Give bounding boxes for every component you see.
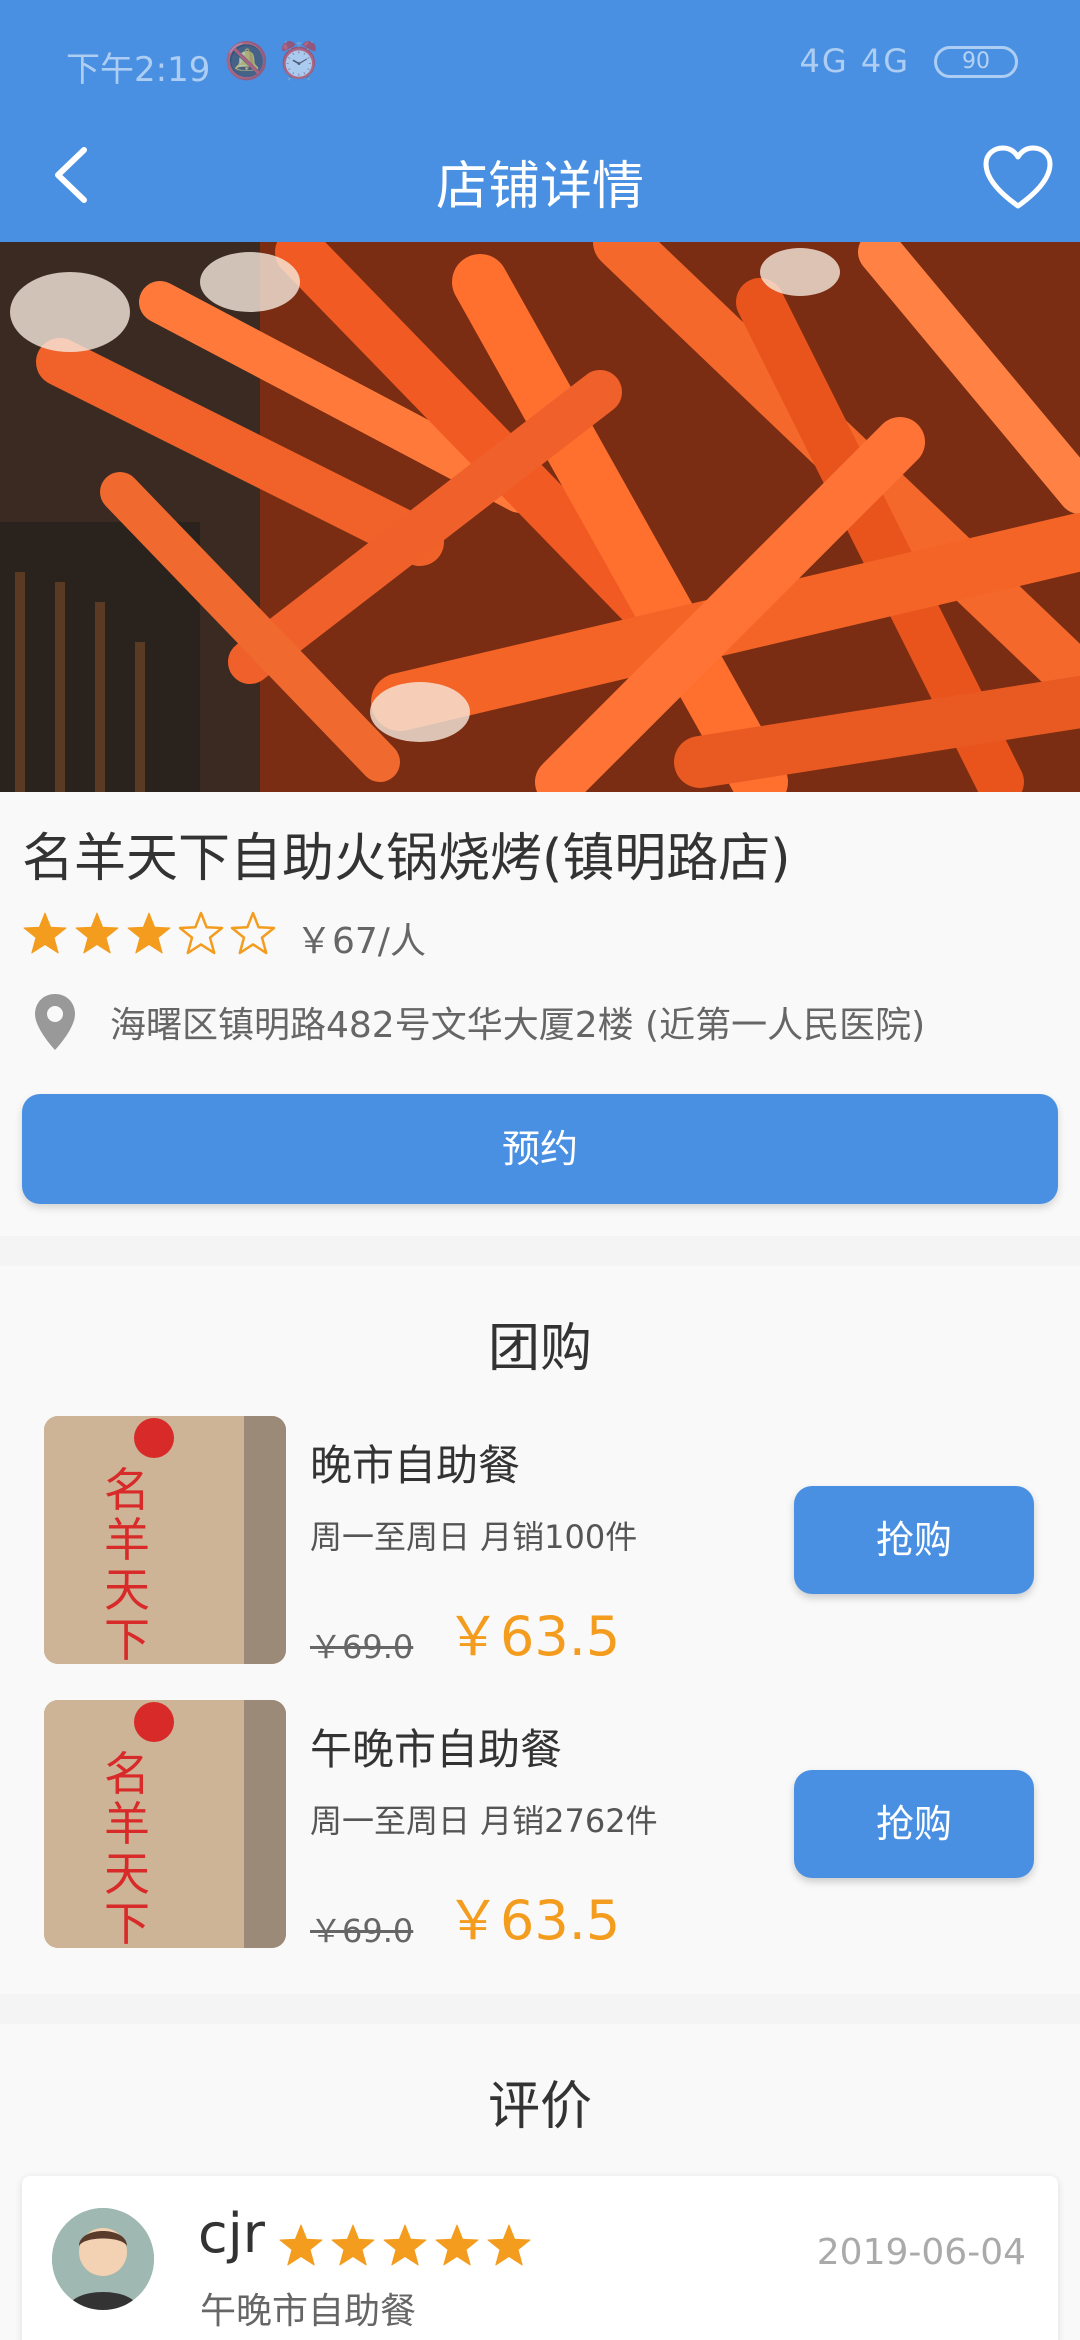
group-buy-title: 团购 (487, 1319, 592, 1379)
star-filled-icon (75, 912, 119, 954)
book-button[interactable]: 预约 (22, 1094, 1058, 1204)
deal-thumbnail: 名 羊 天 下 (44, 1416, 286, 1664)
star-filled-icon (331, 2224, 375, 2266)
star-empty-icon (178, 911, 224, 955)
app-header: 下午2:19 🔕⏰ 4G 4G 90 店铺详情 (0, 0, 1080, 242)
deal-price: ￥63.5 (446, 1889, 621, 1952)
review-card[interactable]: cjr 2019-06-04 午晚市自助餐 (22, 2176, 1058, 2340)
deal-original-price: ￥69.0 (310, 1628, 414, 1666)
star-filled-icon (487, 2224, 531, 2266)
shop-rating (22, 910, 276, 960)
reviews-title: 评价 (487, 2077, 592, 2137)
location-pin-icon (35, 994, 75, 1050)
signal-indicator: 4G 4G (799, 42, 910, 80)
svg-text:下: 下 (104, 1613, 150, 1664)
shop-name: 名羊天下自助火锅烧烤(镇明路店) (22, 829, 791, 889)
svg-text:名: 名 (104, 1463, 150, 1517)
deal-name: 晚市自助餐 (310, 1441, 521, 1490)
deal-name: 午晚市自助餐 (310, 1725, 563, 1774)
battery-icon: 90 (934, 46, 1018, 78)
shop-address: 海曙区镇明路482号文华大厦2楼 (近第一人民医院) (110, 1005, 926, 1046)
deal-original-price: ￥69.0 (310, 1912, 414, 1950)
group-buy-section: 团购 名 羊 天 下 晚市自助餐 周一至周日 月销100件 ￥69.0 ￥63.… (0, 1266, 1080, 1994)
avatar (52, 2208, 154, 2310)
deal-thumbnail: 名 羊 天 下 (44, 1700, 286, 1948)
status-time: 下午2:19 (66, 50, 211, 90)
star-filled-icon (127, 912, 171, 954)
svg-text:下: 下 (104, 1897, 150, 1948)
svg-text:羊: 羊 (104, 1513, 150, 1567)
svg-text:名: 名 (104, 1747, 150, 1801)
buy-button[interactable]: 抢购 (794, 1770, 1034, 1878)
mute-alarm-icons: 🔕⏰ (224, 41, 330, 82)
price-per-person: ￥67/人 (296, 921, 426, 962)
star-filled-icon (383, 2224, 427, 2266)
deal-subtitle: 周一至周日 月销100件 (310, 1518, 638, 1556)
review-deal-name: 午晚市自助餐 (200, 2291, 417, 2332)
reviews-section: 评价 cjr 2019-06-04 午晚市自助餐 (0, 2024, 1080, 2340)
deal-price: ￥63.5 (446, 1605, 621, 1668)
shop-hero-image (0, 242, 1080, 792)
star-empty-icon (230, 911, 276, 955)
shop-info: 名羊天下自助火锅烧烤(镇明路店) ￥67/人 海曙区镇明路482号文华大厦2楼 … (0, 792, 1080, 1236)
reviewer-name: cjr (198, 2202, 265, 2265)
star-filled-icon (435, 2224, 479, 2266)
deal-item[interactable]: 名 羊 天 下 晚市自助餐 周一至周日 月销100件 ￥69.0 ￥63.5 抢… (0, 1416, 1080, 1668)
status-bar: 下午2:19 🔕⏰ 4G 4G 90 (0, 0, 1080, 120)
deal-item[interactable]: 名 羊 天 下 午晚市自助餐 周一至周日 月销2762件 ￥69.0 ￥63.5… (0, 1700, 1080, 1952)
svg-text:天: 天 (104, 1563, 150, 1617)
star-filled-icon (279, 2224, 323, 2266)
heart-icon[interactable] (980, 140, 1056, 216)
deal-subtitle: 周一至周日 月销2762件 (310, 1802, 658, 1840)
svg-text:羊: 羊 (104, 1797, 150, 1851)
review-date: 2019-06-04 (816, 2232, 1026, 2273)
svg-text:天: 天 (104, 1847, 150, 1901)
star-filled-icon (23, 912, 67, 954)
review-rating (278, 2222, 532, 2268)
page-title: 店铺详情 (435, 157, 644, 217)
nav-bar: 店铺详情 (0, 120, 1080, 242)
buy-button[interactable]: 抢购 (794, 1486, 1034, 1594)
